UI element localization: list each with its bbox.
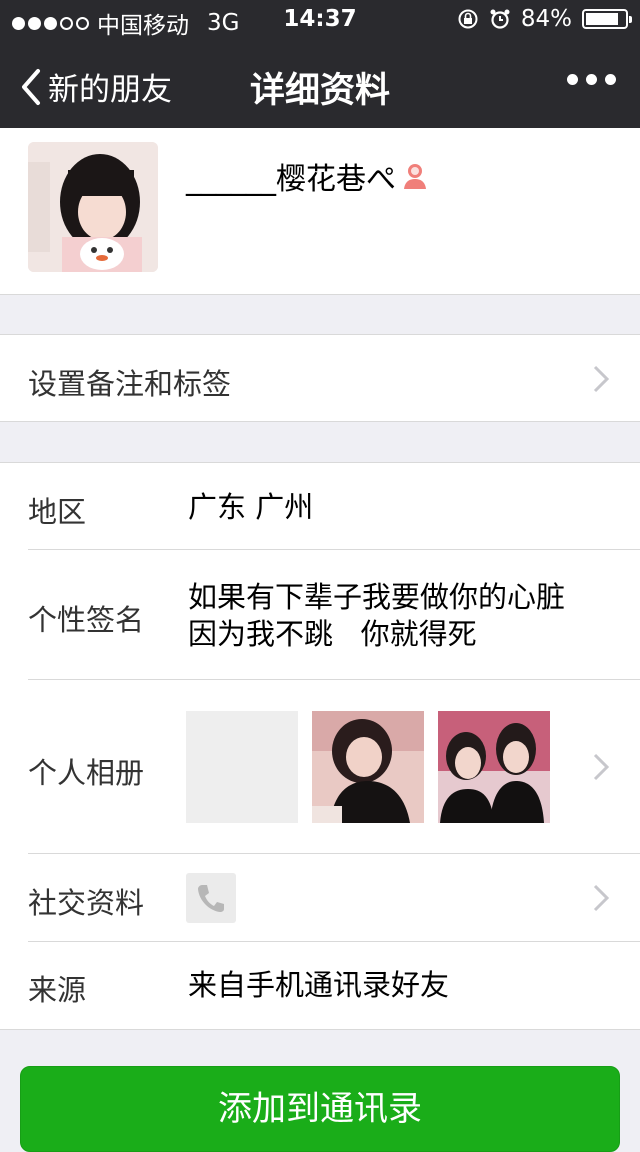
battery-icon — [582, 9, 632, 29]
album-photo-placeholder[interactable] — [186, 711, 298, 823]
chevron-right-icon — [593, 365, 610, 393]
album-row[interactable]: 个人相册 — [0, 680, 640, 853]
remark-section[interactable]: 设置备注和标签 — [0, 334, 640, 422]
nickname: ______樱花巷ぺ — [186, 162, 396, 197]
details-section: 地区 广东 广州 个性签名 如果有下辈子我要做你的心脏 因为我不跳 你就得死 个… — [0, 462, 640, 1030]
navigation-bar: 新的朋友 详细资料 — [0, 40, 640, 128]
phone-contact-icon — [186, 873, 236, 923]
chevron-right-icon — [593, 753, 610, 781]
signature-label: 个性签名 — [28, 603, 145, 637]
status-bar: 中国移动 3G 14:37 84% — [0, 0, 640, 40]
signature-line-2: 因为我不跳 你就得死 — [188, 617, 477, 651]
remark-label: 设置备注和标签 — [28, 367, 232, 401]
more-dots-icon — [567, 74, 578, 85]
chevron-right-icon — [593, 884, 610, 912]
source-label: 来源 — [28, 973, 87, 1007]
alarm-icon — [490, 9, 510, 29]
region-value: 广东 广州 — [188, 490, 314, 524]
profile-header: ______樱花巷ぺ — [0, 128, 640, 295]
signature-line-1: 如果有下辈子我要做你的心脏 — [188, 580, 566, 614]
battery-percent: 84% — [520, 6, 572, 32]
chevron-left-icon — [22, 68, 40, 105]
album-photo[interactable] — [438, 711, 550, 823]
album-photo[interactable] — [312, 711, 424, 823]
more-button[interactable] — [567, 74, 616, 85]
avatar[interactable] — [28, 142, 158, 272]
add-to-contacts-button[interactable]: 添加到通讯录 — [20, 1066, 620, 1152]
female-icon — [404, 164, 426, 189]
rotation-lock-icon — [458, 9, 478, 29]
region-label: 地区 — [28, 495, 87, 529]
source-value: 来自手机通讯录好友 — [188, 968, 450, 1002]
signature-value: 如果有下辈子我要做你的心脏 因为我不跳 你就得死 — [188, 579, 565, 653]
album-label: 个人相册 — [28, 756, 145, 790]
back-button[interactable]: 新的朋友 — [20, 64, 172, 109]
social-label: 社交资料 — [28, 886, 145, 920]
social-row[interactable]: 社交资料 — [0, 854, 640, 941]
back-button-label: 新的朋友 — [48, 72, 172, 108]
